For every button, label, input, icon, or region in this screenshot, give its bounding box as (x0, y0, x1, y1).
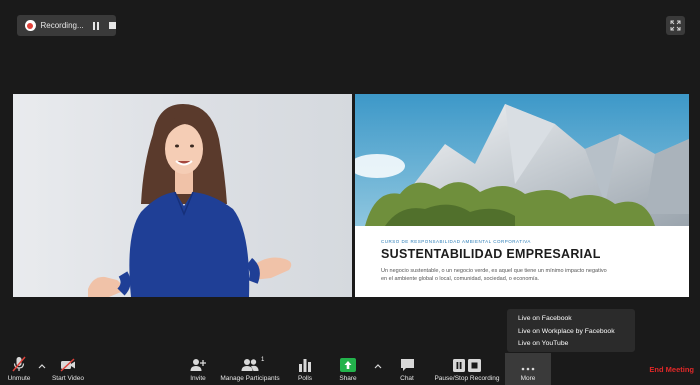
polls-bar-icon (299, 359, 311, 372)
polls-label: Polls (297, 375, 313, 382)
invite-button[interactable]: Invite (186, 353, 210, 385)
recording-label: Recording... (40, 21, 84, 30)
chat-button[interactable]: Chat (395, 353, 419, 385)
end-meeting-button[interactable]: End Meeting (649, 365, 694, 374)
participant-video-tile[interactable] (13, 94, 352, 297)
polls-button[interactable]: Polls (294, 353, 316, 385)
recording-dot-icon (25, 20, 36, 31)
share-options-chevron-up-icon[interactable] (374, 362, 382, 370)
start-video-label: Start Video (51, 375, 85, 382)
video-off-icon (60, 358, 75, 372)
slide-photo (355, 94, 689, 226)
pause-stop-recording-button[interactable]: Pause/Stop Recording (430, 353, 504, 385)
meeting-toolbar: Unmute Start Video Invite Manage Partici… (0, 353, 700, 385)
stop-recording-icon[interactable] (109, 22, 117, 29)
participant-video (88, 104, 292, 297)
more-button[interactable]: More (505, 353, 551, 385)
unmute-label: Unmute (7, 375, 31, 382)
participants-count-badge: 1 (261, 357, 265, 363)
fullscreen-icon (670, 20, 681, 31)
chat-bubble-icon (400, 359, 414, 371)
pause-stop-recording-label: Pause/Stop Recording (434, 375, 500, 382)
menu-item-live-facebook[interactable]: Live on Facebook (518, 313, 635, 326)
fullscreen-button[interactable] (666, 16, 685, 35)
menu-item-live-workplace[interactable]: Live on Workplace by Facebook (518, 326, 635, 339)
start-video-button[interactable]: Start Video (50, 353, 86, 385)
chat-label: Chat (400, 375, 414, 382)
recording-indicator: Recording... (17, 15, 117, 36)
more-dots-icon (521, 367, 535, 371)
invite-label: Invite (190, 375, 206, 382)
share-button[interactable]: Share (336, 353, 360, 385)
participants-icon (241, 359, 259, 371)
shared-screen-tile[interactable]: CURSO DE RESPONSABILIDAD AMBIENTAL CORPO… (355, 94, 689, 297)
slide-title: SUSTENTABILIDAD EMPRESARIAL (381, 247, 601, 261)
audio-options-chevron-up-icon[interactable] (38, 362, 46, 370)
more-menu: Live on Facebook Live on Workplace by Fa… (507, 309, 635, 352)
muted-microphone-icon (12, 356, 26, 372)
manage-participants-label: Manage Participants (220, 375, 280, 382)
share-label: Share (339, 375, 357, 382)
add-person-icon (190, 359, 206, 371)
slide-body: Un negocio sustentable, o un negocio ver… (381, 268, 607, 282)
slide-kicker: CURSO DE RESPONSABILIDAD AMBIENTAL CORPO… (381, 239, 531, 244)
manage-participants-button[interactable]: Manage Participants (218, 353, 282, 385)
share-screen-icon (340, 358, 356, 372)
unmute-button[interactable]: Unmute (4, 353, 34, 385)
pause-stop-recording-icon (453, 359, 481, 372)
pause-recording-icon[interactable] (92, 21, 100, 30)
menu-item-live-youtube[interactable]: Live on YouTube (518, 338, 635, 351)
more-label: More (520, 375, 536, 382)
